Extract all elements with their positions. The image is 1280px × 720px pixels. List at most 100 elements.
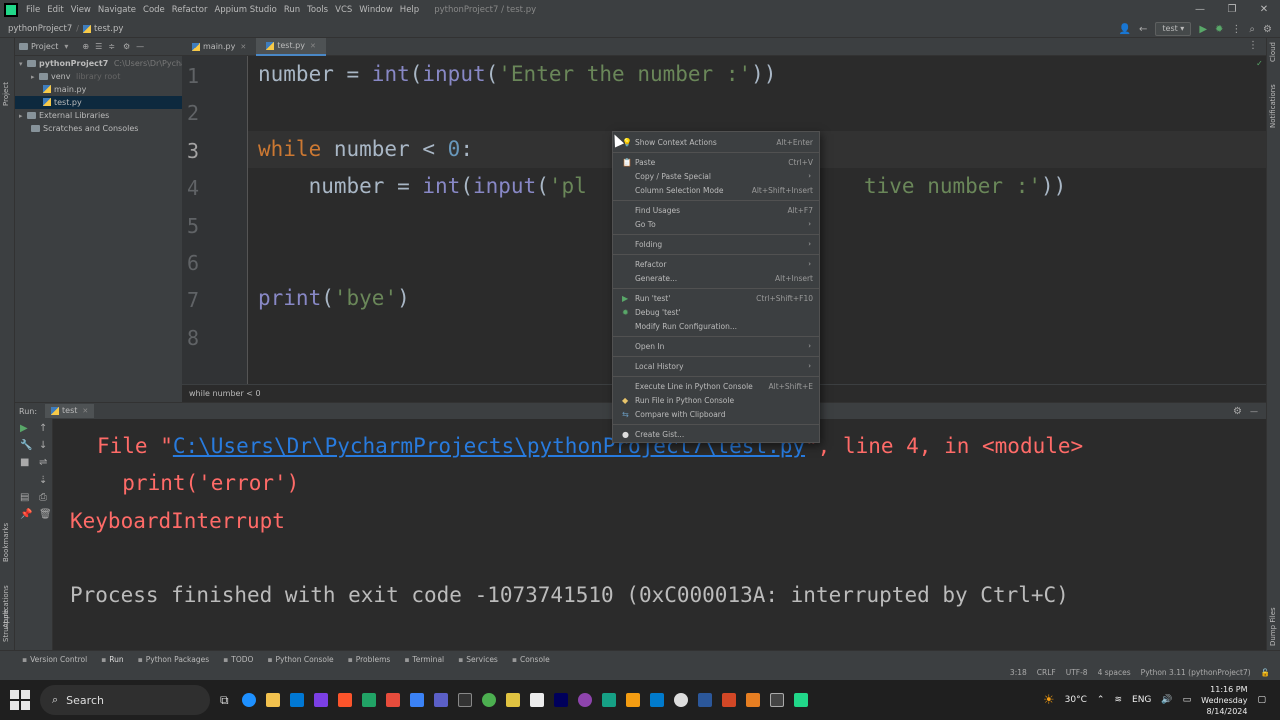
debug-icon[interactable]: ✹ [1215, 24, 1223, 35]
run-tab-test[interactable]: test ✕ [45, 404, 95, 418]
more-icon[interactable]: ⋮ [1231, 24, 1241, 35]
stop-icon[interactable]: ■ [20, 457, 29, 468]
tool-tab-problems[interactable]: Problems [348, 655, 391, 664]
close-tab-icon[interactable]: ✕ [240, 38, 246, 56]
windows-start-icon[interactable] [10, 690, 30, 710]
settings-icon[interactable]: ⚙ [1263, 24, 1272, 35]
tree-item-project-root[interactable]: ▾ pythonProject7 C:\Users\Dr\Pycharm [15, 57, 197, 70]
up-arrow-icon[interactable]: ↑ [39, 423, 47, 434]
tab-main-py[interactable]: main.py ✕ [182, 38, 256, 56]
app-icon[interactable] [625, 693, 640, 707]
tool-tab-services[interactable]: Services [458, 655, 498, 664]
onenote-icon[interactable] [313, 693, 328, 707]
run-console-output[interactable]: File "C:\Users\Dr\PycharmProjects\python… [53, 419, 1266, 650]
tool-tab-terminal[interactable]: Terminal [404, 655, 444, 664]
app-icon[interactable] [457, 693, 472, 707]
menu-item-folding[interactable]: Folding › [613, 238, 819, 251]
menu-item-modify-run-config[interactable]: Modify Run Configuration... [613, 320, 819, 333]
menu-code[interactable]: Code [143, 5, 165, 15]
down-arrow-icon[interactable]: ↓ [39, 440, 47, 451]
restore-icon[interactable]: ❐ [1216, 0, 1248, 20]
menu-item-run-test[interactable]: ▶ Run 'test' Ctrl+Shift+F10 [613, 292, 819, 305]
app-icon[interactable] [673, 693, 688, 707]
teams-icon[interactable] [433, 693, 448, 707]
tree-item-main-py[interactable]: main.py [15, 83, 182, 96]
menu-edit[interactable]: Edit [47, 5, 63, 15]
bookmarks-stripe-button[interactable]: Bookmarks [2, 523, 10, 562]
tab-menu-icon[interactable]: ⋮ [1248, 40, 1258, 51]
menu-item-column-selection-mode[interactable]: Column Selection Mode Alt+Shift+Insert [613, 184, 819, 197]
notifications-stripe-button[interactable]: Notifications [1269, 84, 1277, 128]
breadcrumb-project[interactable]: pythonProject7 [8, 24, 72, 34]
wrench-icon[interactable]: 🔧 [20, 440, 32, 451]
menu-item-local-history[interactable]: Local History › [613, 360, 819, 373]
menu-view[interactable]: View [71, 5, 91, 15]
chrome-icon[interactable] [481, 693, 496, 707]
menu-item-open-in[interactable]: Open In › [613, 340, 819, 353]
menu-item-create-gist[interactable]: ● Create Gist... [613, 428, 819, 441]
language-indicator[interactable]: ENG [1132, 695, 1151, 705]
menu-tools[interactable]: Tools [307, 5, 328, 15]
close-icon[interactable]: ✕ [1248, 0, 1280, 20]
menu-item-copy-paste-special[interactable]: Copy / Paste Special › [613, 170, 819, 183]
menu-item-execute-line-console[interactable]: Execute Line in Python Console Alt+Shift+… [613, 380, 819, 393]
menu-item-refactor[interactable]: Refactor › [613, 258, 819, 271]
gear-icon[interactable]: ⚙ [123, 42, 130, 51]
rerun-icon[interactable]: ▶ [20, 423, 28, 434]
file-explorer-icon[interactable] [265, 693, 280, 707]
pin-icon[interactable]: 📌 [20, 509, 32, 520]
clock[interactable]: 11:16 PM Wednesday 8/14/2024 [1201, 684, 1247, 717]
search-icon[interactable]: ⌕ [1249, 24, 1255, 35]
breadcrumb-file[interactable]: test.py [94, 24, 123, 34]
tree-item-venv[interactable]: ▸ venv library root [15, 70, 182, 83]
menu-window[interactable]: Window [359, 5, 393, 15]
close-tab-icon[interactable]: ✕ [310, 37, 316, 55]
project-view-select[interactable]: Project [31, 42, 58, 51]
app-icon[interactable] [769, 693, 784, 707]
layout-icon[interactable]: ▤ [20, 492, 29, 503]
tool-tab-console[interactable]: Console [512, 655, 550, 664]
battery-icon[interactable]: ▭ [1183, 695, 1192, 705]
chevron-up-icon[interactable]: ⌃ [1097, 695, 1105, 705]
menu-item-paste[interactable]: 📋 Paste Ctrl+V [613, 156, 819, 169]
mail-icon[interactable] [289, 693, 304, 707]
taskbar-search[interactable]: ⌕ Search [40, 685, 210, 715]
structure-stripe-button[interactable]: Structure [2, 609, 10, 642]
menu-item-find-usages[interactable]: Find Usages Alt+F7 [613, 204, 819, 217]
indent-setting[interactable]: 4 spaces [1098, 667, 1131, 679]
menu-vcs[interactable]: VCS [335, 5, 352, 15]
edge-icon[interactable] [241, 693, 256, 707]
calculator-icon[interactable] [409, 693, 424, 707]
powerpoint-icon[interactable] [721, 693, 736, 707]
cloud-stripe-button[interactable]: Cloud [1269, 42, 1277, 62]
target-icon[interactable]: ⊕ [82, 42, 89, 51]
notes-icon[interactable] [505, 693, 520, 707]
tree-item-external-libraries[interactable]: ▸ External Libraries [15, 109, 182, 122]
chevron-down-icon[interactable]: ▾ [64, 42, 68, 51]
project-stripe-button[interactable]: Project [2, 82, 10, 106]
document-icon[interactable] [529, 693, 544, 707]
caret-position[interactable]: 3:18 [1010, 667, 1027, 679]
menu-help[interactable]: Help [400, 5, 419, 15]
weather-icon[interactable]: ☀ [1043, 693, 1055, 708]
line-separator[interactable]: CRLF [1037, 667, 1056, 679]
back-arrow-icon[interactable]: ← [1139, 24, 1147, 35]
hide-panel-icon[interactable]: — [1250, 407, 1258, 416]
expand-all-icon[interactable]: ☰ [95, 42, 102, 51]
gear-icon[interactable]: ⚙ [1233, 406, 1242, 417]
tool-tab-run[interactable]: Run [101, 655, 123, 664]
tree-item-scratches[interactable]: Scratches and Consoles [15, 122, 182, 135]
menu-appium-studio[interactable]: Appium Studio [214, 5, 276, 15]
tool-tab-python-packages[interactable]: Python Packages [138, 655, 209, 664]
scroll-to-end-icon[interactable]: ⇣ [39, 475, 47, 486]
excel-icon[interactable] [361, 693, 376, 707]
after-effects-icon[interactable] [553, 693, 568, 707]
tool-tab-todo[interactable]: TODO [223, 655, 253, 664]
hide-panel-icon[interactable]: — [136, 42, 144, 51]
menu-file[interactable]: File [26, 5, 40, 15]
tab-test-py[interactable]: test.py ✕ [256, 38, 326, 56]
menu-run[interactable]: Run [284, 5, 300, 15]
trash-icon[interactable]: 🗑 [39, 509, 52, 520]
collapse-all-icon[interactable]: ≑ [108, 42, 115, 51]
python-interpreter[interactable]: Python 3.11 (pythonProject7) [1141, 667, 1251, 679]
